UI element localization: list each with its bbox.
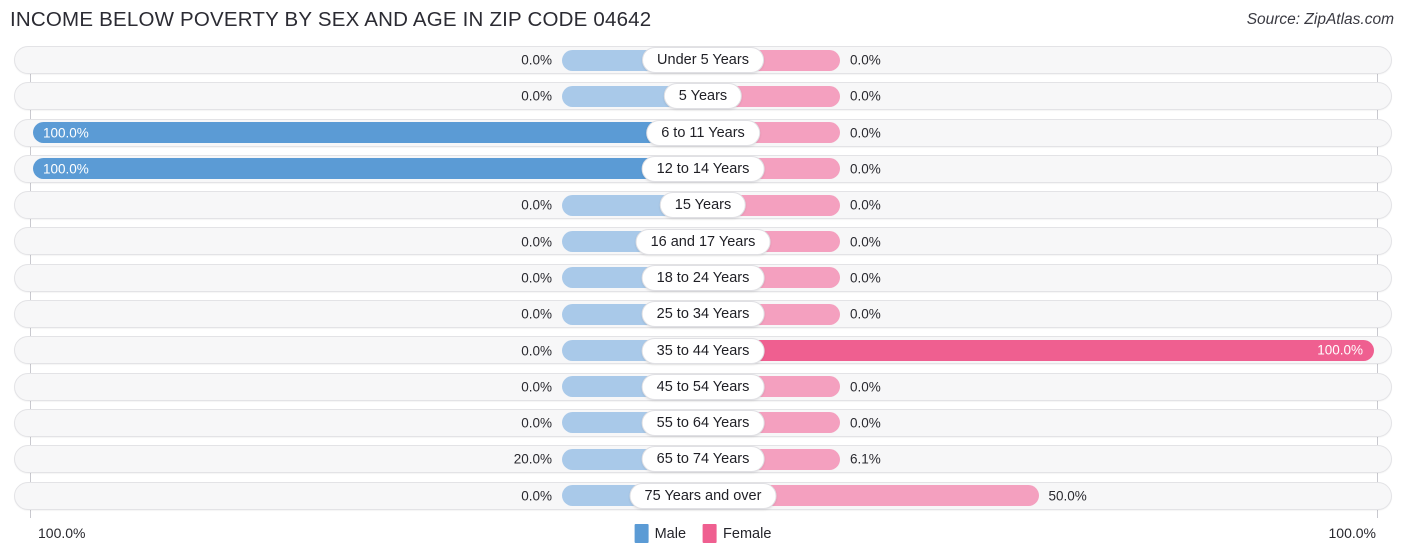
bar-value-female: 50.0% <box>1048 488 1087 504</box>
page-title: INCOME BELOW POVERTY BY SEX AND AGE IN Z… <box>10 8 652 31</box>
chart-row: 20.0% 6.1% 65 to 74 Years <box>0 441 1406 477</box>
bar-value-female: 0.0% <box>850 379 881 395</box>
bar-value-male: 100.0% <box>43 125 89 141</box>
axis-tick-left: 100.0% <box>38 525 86 541</box>
bar-value-male: 0.0% <box>521 415 552 431</box>
category-label: 16 and 17 Years <box>635 228 771 255</box>
bar-value-male: 0.0% <box>521 52 552 68</box>
chart-plot-area: 0.0% 0.0% Under 5 Years 0.0% 0.0% 5 Years 100.… <box>0 42 1406 518</box>
chart-row: 0.0% 0.0% 5 Years <box>0 78 1406 114</box>
category-label: 15 Years <box>659 192 747 219</box>
category-label: 45 to 54 Years <box>641 373 765 400</box>
bar-value-female: 0.0% <box>850 234 881 250</box>
chart-row: 0.0% 0.0% 55 to 64 Years <box>0 405 1406 441</box>
category-label: 6 to 11 Years <box>646 119 760 146</box>
category-label: 5 Years <box>663 83 743 110</box>
bar-value-female: 0.0% <box>850 306 881 322</box>
bar-value-female: 0.0% <box>850 270 881 286</box>
chart-footer: 100.0% Male Female 100.0% <box>0 518 1406 559</box>
bar-value-male: 100.0% <box>43 161 89 177</box>
category-label: 55 to 64 Years <box>641 410 765 437</box>
bar-value-female: 0.0% <box>850 161 881 177</box>
legend-label-male: Male <box>654 525 687 542</box>
bar-value-male: 0.0% <box>521 343 552 359</box>
bar-value-male: 0.0% <box>521 488 552 504</box>
chart-row: 0.0% 0.0% 16 and 17 Years <box>0 223 1406 259</box>
bar-value-male: 0.0% <box>521 379 552 395</box>
bar-value-male: 0.0% <box>521 234 552 250</box>
chart-row: 0.0% 0.0% 18 to 24 Years <box>0 260 1406 296</box>
bar-rows: 0.0% 0.0% Under 5 Years 0.0% 0.0% 5 Years 100.… <box>0 42 1406 514</box>
bar-value-male: 20.0% <box>513 451 552 467</box>
legend-label-female: Female <box>723 525 772 542</box>
category-label: 25 to 34 Years <box>641 301 765 328</box>
source-attribution: Source: ZipAtlas.com <box>1246 11 1394 28</box>
category-label: 75 Years and over <box>629 482 777 509</box>
bar-value-female: 100.0% <box>1317 342 1363 358</box>
category-label: 35 to 44 Years <box>641 337 765 364</box>
chart-row: 0.0% 0.0% Under 5 Years <box>0 42 1406 78</box>
category-label: Under 5 Years <box>642 47 764 74</box>
bar-value-female: 0.0% <box>850 125 881 141</box>
chart-row: 0.0% 0.0% 25 to 34 Years <box>0 296 1406 332</box>
bar-value-male: 0.0% <box>521 306 552 322</box>
chart-row: 0.0% 100.0% 35 to 44 Years <box>0 332 1406 368</box>
bar-value-male: 0.0% <box>521 270 552 286</box>
bar-value-female: 6.1% <box>850 451 881 467</box>
legend-swatch-female-icon <box>703 524 718 543</box>
category-label: 12 to 14 Years <box>641 156 765 183</box>
bar-value-female: 0.0% <box>850 197 881 213</box>
bar-male[interactable]: 100.0% <box>33 158 703 180</box>
bar-female[interactable]: 100.0% <box>703 339 1374 361</box>
bar-value-male: 0.0% <box>521 88 552 104</box>
chart-row: 0.0% 0.0% 15 Years <box>0 187 1406 223</box>
chart-row: 100.0% 0.0% 6 to 11 Years <box>0 115 1406 151</box>
chart-legend: Male Female <box>634 524 771 543</box>
bar-value-female: 0.0% <box>850 88 881 104</box>
bar-value-female: 0.0% <box>850 52 881 68</box>
chart-header: INCOME BELOW POVERTY BY SEX AND AGE IN Z… <box>0 0 1406 42</box>
legend-swatch-male-icon <box>634 524 649 543</box>
legend-item-female[interactable]: Female <box>703 524 771 543</box>
bar-value-male: 0.0% <box>521 197 552 213</box>
axis-tick-right: 100.0% <box>1328 525 1376 541</box>
chart-row: 0.0% 0.0% 45 to 54 Years <box>0 369 1406 405</box>
bar-male[interactable]: 100.0% <box>33 122 703 144</box>
category-label: 65 to 74 Years <box>641 446 765 473</box>
chart-row: 0.0% 50.0% 75 Years and over <box>0 478 1406 514</box>
bar-value-female: 0.0% <box>850 415 881 431</box>
category-label: 18 to 24 Years <box>641 264 765 291</box>
chart-row: 100.0% 0.0% 12 to 14 Years <box>0 151 1406 187</box>
legend-item-male[interactable]: Male <box>634 524 687 543</box>
